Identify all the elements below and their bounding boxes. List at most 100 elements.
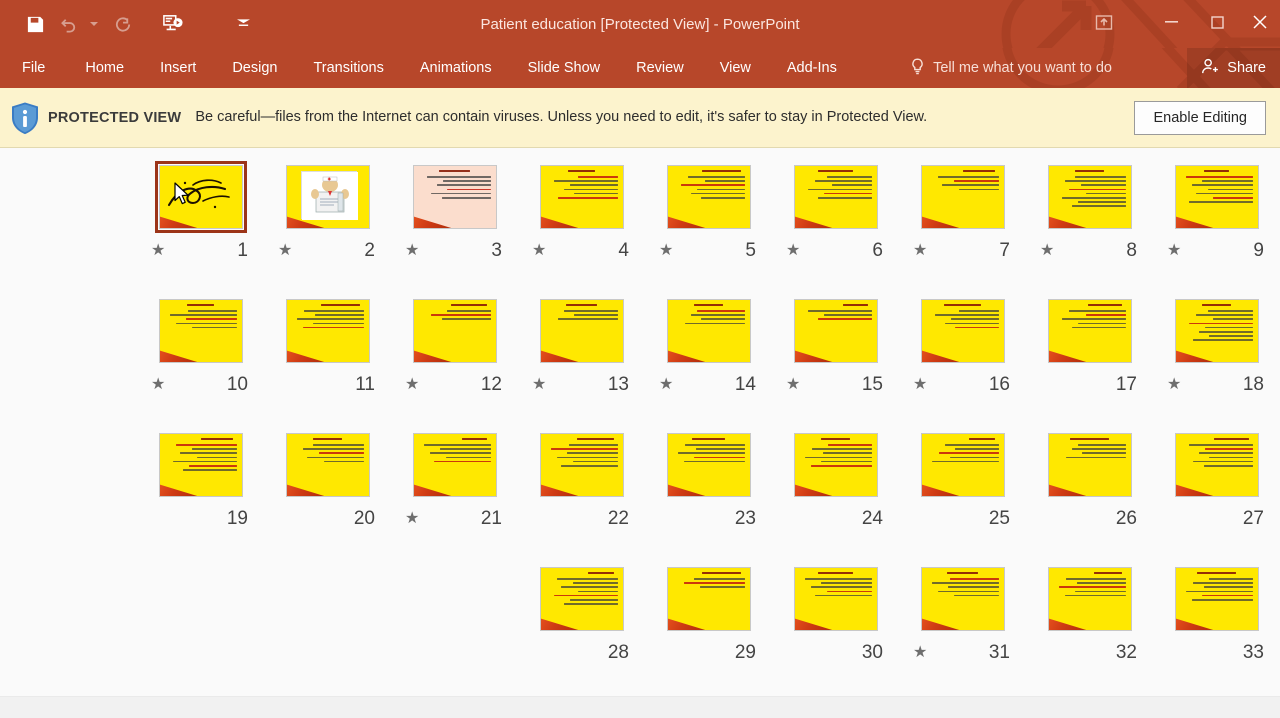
slide-sorter-pane[interactable]: ★9★8★7★6★5★4★3★2★1★18★17★16★15★14★13★12★… [0, 148, 1280, 696]
slide-thumbnail-frame[interactable] [158, 299, 243, 363]
animation-star-icon[interactable]: ★ [913, 243, 933, 259]
slide-thumbnail-16[interactable]: ★ 16 [899, 294, 1026, 428]
slide-thumbnail-frame[interactable] [920, 567, 1005, 631]
slide-thumbnail-frame[interactable] [666, 299, 751, 363]
slide-thumbnail-10[interactable]: ★ 10 [137, 294, 264, 428]
animation-star-icon[interactable]: ★ [405, 377, 425, 393]
animation-star-icon[interactable]: ★ [913, 645, 933, 661]
slide-thumbnail-2[interactable]: ★ 2 [264, 160, 391, 294]
save-icon[interactable] [18, 7, 52, 41]
animation-star-icon[interactable]: ★ [532, 377, 552, 393]
slide-thumbnail-frame[interactable] [1174, 299, 1259, 363]
slide-thumbnail-frame[interactable] [539, 165, 624, 229]
slide-thumbnail-23[interactable]: ★23 [645, 428, 772, 562]
tab-transitions[interactable]: Transitions [313, 48, 383, 88]
slide-thumbnail-31[interactable]: ★ 31 [899, 562, 1026, 696]
tab-add-ins[interactable]: Add-Ins [787, 48, 837, 88]
slide-thumbnail-9[interactable]: ★ 9 [1153, 160, 1280, 294]
slide-thumbnail-18[interactable]: ★ 18 [1153, 294, 1280, 428]
slide-thumbnail-frame[interactable] [666, 165, 751, 229]
slide-thumbnail-11[interactable]: ★11 [264, 294, 391, 428]
window-controls[interactable] [1084, 0, 1280, 44]
slide-thumbnail-frame[interactable] [666, 433, 751, 497]
tab-view[interactable]: View [720, 48, 751, 88]
tab-home[interactable]: Home [85, 48, 124, 88]
slide-thumbnail-7[interactable]: ★ 7 [899, 160, 1026, 294]
slide-thumbnail-26[interactable]: ★26 [1026, 428, 1153, 562]
animation-star-icon[interactable]: ★ [1040, 243, 1060, 259]
undo-dropdown-icon[interactable] [86, 7, 102, 41]
animation-star-icon[interactable]: ★ [532, 243, 552, 259]
slide-thumbnail-24[interactable]: ★24 [772, 428, 899, 562]
slide-thumbnail-5[interactable]: ★ 5 [645, 160, 772, 294]
slide-thumbnail-frame[interactable] [920, 299, 1005, 363]
slide-thumbnail-frame[interactable] [1047, 567, 1132, 631]
tab-insert[interactable]: Insert [160, 48, 196, 88]
slide-thumbnail-frame[interactable] [920, 433, 1005, 497]
slide-thumbnail-frame[interactable] [666, 567, 751, 631]
animation-star-icon[interactable]: ★ [405, 243, 425, 259]
slide-thumbnail-21[interactable]: ★ 21 [391, 428, 518, 562]
minimize-icon[interactable] [1148, 5, 1194, 39]
restore-icon[interactable] [1194, 5, 1240, 39]
slide-thumbnail-25[interactable]: ★25 [899, 428, 1026, 562]
slide-thumbnail-frame[interactable] [158, 433, 243, 497]
ribbon-tab-bar[interactable]: File Home Insert Design Transitions Anim… [0, 48, 1280, 88]
slide-thumbnail-frame[interactable] [412, 165, 497, 229]
tab-design[interactable]: Design [232, 48, 277, 88]
quick-access-toolbar[interactable] [0, 0, 260, 48]
slide-thumbnail-frame[interactable] [412, 299, 497, 363]
animation-star-icon[interactable]: ★ [659, 377, 679, 393]
animation-star-icon[interactable]: ★ [786, 243, 806, 259]
slide-thumbnail-frame[interactable] [1174, 433, 1259, 497]
animation-star-icon[interactable]: ★ [659, 243, 679, 259]
slide-thumbnail-19[interactable]: ★19 [137, 428, 264, 562]
close-icon[interactable] [1240, 5, 1280, 39]
tab-animations[interactable]: Animations [420, 48, 492, 88]
slide-thumbnail-frame[interactable] [1174, 165, 1259, 229]
slide-thumbnail-frame[interactable] [285, 299, 370, 363]
slide-thumbnail-frame[interactable] [285, 165, 370, 229]
slide-thumbnail-20[interactable]: ★20 [264, 428, 391, 562]
slide-thumbnail-4[interactable]: ★ 4 [518, 160, 645, 294]
animation-star-icon[interactable]: ★ [151, 377, 171, 393]
animation-star-icon[interactable]: ★ [913, 377, 933, 393]
ribbon-display-options-icon[interactable] [1084, 5, 1124, 39]
slide-thumbnail-3[interactable]: ★ 3 [391, 160, 518, 294]
slide-thumbnail-frame[interactable] [793, 165, 878, 229]
slide-thumbnail-13[interactable]: ★ 13 [518, 294, 645, 428]
slide-thumbnail-frame[interactable] [793, 567, 878, 631]
slide-thumbnail-frame[interactable] [920, 165, 1005, 229]
slide-thumbnail-1[interactable]: ★ 1 [137, 160, 264, 294]
slide-thumbnail-frame[interactable] [793, 299, 878, 363]
slide-thumbnail-frame[interactable] [154, 161, 247, 233]
tab-review[interactable]: Review [636, 48, 684, 88]
animation-star-icon[interactable]: ★ [278, 243, 298, 259]
slide-thumbnail-frame[interactable] [1047, 433, 1132, 497]
slide-thumbnail-14[interactable]: ★ 14 [645, 294, 772, 428]
slide-thumbnail-frame[interactable] [1047, 165, 1132, 229]
slide-thumbnail-frame[interactable] [1047, 299, 1132, 363]
animation-star-icon[interactable]: ★ [151, 243, 171, 259]
slide-thumbnail-frame[interactable] [412, 433, 497, 497]
slide-thumbnail-8[interactable]: ★ 8 [1026, 160, 1153, 294]
redo-icon[interactable] [106, 7, 140, 41]
tell-me-search[interactable]: Tell me what you want to do [910, 48, 1112, 88]
slide-thumbnail-frame[interactable] [1174, 567, 1259, 631]
slide-thumbnail-frame[interactable] [539, 299, 624, 363]
animation-star-icon[interactable]: ★ [786, 377, 806, 393]
slide-thumbnail-17[interactable]: ★17 [1026, 294, 1153, 428]
customize-quick-access-icon[interactable] [226, 7, 260, 41]
tab-slide-show[interactable]: Slide Show [528, 48, 601, 88]
enable-editing-button[interactable]: Enable Editing [1134, 100, 1266, 135]
slide-thumbnail-frame[interactable] [285, 433, 370, 497]
animation-star-icon[interactable]: ★ [1167, 377, 1187, 393]
animation-star-icon[interactable]: ★ [405, 511, 425, 527]
slide-thumbnail-27[interactable]: ★27 [1153, 428, 1280, 562]
slide-thumbnail-frame[interactable] [793, 433, 878, 497]
slide-thumbnail-32[interactable]: ★32 [1026, 562, 1153, 696]
slide-thumbnail-12[interactable]: ★ 12 [391, 294, 518, 428]
slide-thumbnail-28[interactable]: ★28 [518, 562, 645, 696]
tab-file[interactable]: File [22, 48, 45, 88]
slide-thumbnail-29[interactable]: ★29 [645, 562, 772, 696]
